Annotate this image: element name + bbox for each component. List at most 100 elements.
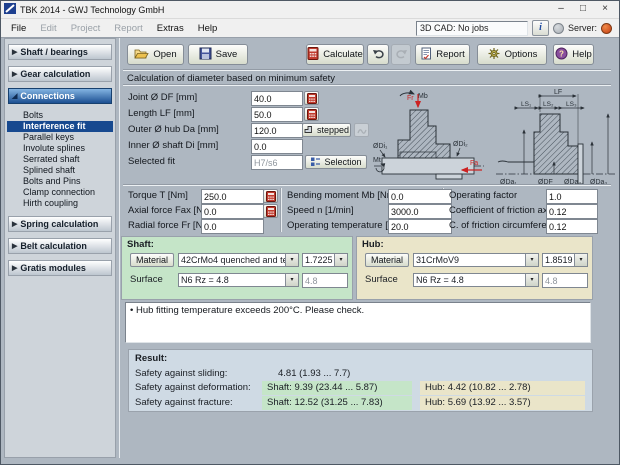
operating-temperature-input[interactable] [388,219,452,234]
sidebar-header-label: Spring calculation [20,219,98,229]
cad-status-indicator [553,23,564,34]
length-input[interactable] [251,107,303,122]
hub-surface-value: N6 Rz = 4.8 [414,274,525,286]
friction-axial-input[interactable] [546,204,598,219]
sidebar-item-involute-splines[interactable]: Involute splines [7,143,113,154]
selected-fit-field [251,155,303,170]
shaft-panel: Shaft: Material 42CrMo4 quenched and tem… [121,236,353,300]
sidebar-header-connections[interactable]: ◢Connections [8,88,112,104]
deformation-hub-value: Hub: 4.42 (10.82 ... 2.78) [420,381,585,395]
shaft-panel-title: Shaft: [127,239,154,250]
menu-file[interactable]: File [4,23,33,34]
calc-proposal-button[interactable] [263,189,278,203]
svg-text:Mt: Mt [373,157,381,164]
shaft-surface-value: N6 Rz = 4.8 [179,274,285,286]
sidebar-item-bolts-and-pins[interactable]: Bolts and Pins [7,176,113,187]
menu-extras[interactable]: Extras [150,23,191,34]
joint-diameter-input[interactable] [251,91,303,106]
sidebar-header-spring-calculation[interactable]: ▶Spring calculation [8,216,112,232]
calc-proposal-button[interactable] [304,91,319,105]
shaft-material-number-dropdown[interactable]: 1.7225 ▾ [302,253,348,267]
sidebar-header-belt-calculation[interactable]: ▶Belt calculation [8,238,112,254]
server-label: Server: [568,23,597,33]
chevron-down-icon: ▾ [574,254,587,266]
close-button[interactable]: × [594,2,616,17]
main-panel: Open Save Calculate Report Options ? Hel… [119,38,616,458]
title-bar: TBK 2014 - GWJ Technology GmbH – □ × [1,1,619,19]
torque-input[interactable] [201,189,264,204]
field-label: Radial force Fr [N] [128,219,205,232]
sidebar-item-splined-shaft[interactable]: Splined shaft [7,165,113,176]
maximize-button[interactable]: □ [572,2,594,17]
report-button[interactable]: Report [415,44,470,65]
calc-proposal-button[interactable] [263,204,278,218]
shaft-surface-label: Surface [130,273,163,287]
calculate-button[interactable]: Calculate [306,44,364,65]
field-label: Joint Ø DF [mm] [128,91,197,104]
menu-help[interactable]: Help [191,23,225,34]
chevron-down-icon: ▾ [525,254,538,266]
operating-factor-input[interactable] [546,189,598,204]
sidebar-item-serrated-shaft[interactable]: Serrated shaft [7,154,113,165]
calculator-icon [307,47,319,63]
minimize-button[interactable]: – [550,2,572,17]
options-button[interactable]: Options [477,44,547,65]
bending-moment-input[interactable] [388,189,452,204]
material-button-label: Material [136,255,168,265]
stepped-button[interactable]: stepped [302,123,351,137]
sidebar-item-clamp-connection[interactable]: Clamp connection [7,187,113,198]
open-button[interactable]: Open [127,44,184,65]
help-button[interactable]: ? Help [553,44,594,65]
deformation-label: Safety against deformation: [135,381,251,395]
shaft-material-button[interactable]: Material [130,253,174,267]
hub-roughness-field [542,273,588,288]
window-title: TBK 2014 - GWJ Technology GmbH [20,5,164,15]
sidebar-item-parallel-keys[interactable]: Parallel keys [7,132,113,143]
shaft-material-number: 1.7225 [303,254,334,266]
shaft-material-dropdown[interactable]: 42CrMo4 quenched and temp... ▾ [178,253,299,267]
shaft-surface-dropdown[interactable]: N6 Rz = 4.8 ▾ [178,273,299,287]
chevron-down-icon: ▾ [334,254,347,266]
save-button[interactable]: Save [188,44,248,65]
warning-message: • Hub fitting temperature exceeds 200°C.… [130,305,364,316]
sidebar-header-shaft-bearings[interactable]: ▶Shaft / bearings [8,44,112,60]
field-label: Operating factor [449,189,517,202]
sidebar-header-label: Connections [20,91,75,101]
chevron-down-icon: ▾ [525,274,538,286]
radial-force-input[interactable] [201,219,264,234]
undo-button[interactable] [367,44,389,65]
chevron-down-icon: ▾ [285,274,298,286]
sidebar-header-label: Gear calculation [20,69,90,79]
friction-circumference-input[interactable] [546,219,598,234]
sidebar-item-interference-fit[interactable]: Interference fit [7,121,113,132]
hub-material-number-dropdown[interactable]: 1.8519 ▾ [542,253,588,267]
svg-text:LF: LF [554,89,562,96]
redo-button [391,44,411,65]
inner-shaft-diameter-input[interactable] [251,139,303,154]
fit-selection-button[interactable]: Selection [305,155,367,169]
report-label: Report [436,49,465,60]
hub-material-dropdown[interactable]: 31CrMoV9 ▾ [413,253,539,267]
calc-proposal-button[interactable] [304,107,319,121]
speed-input[interactable] [388,204,452,219]
chevron-right-icon: ▶ [12,48,17,56]
sidebar-header-gear-calculation[interactable]: ▶Gear calculation [8,66,112,82]
sidebar-header-gratis-modules[interactable]: ▶Gratis modules [8,260,112,276]
svg-text:Fa: Fa [470,160,478,167]
sidebar-item-bolts[interactable]: Bolts [7,110,113,121]
info-button[interactable]: i [532,20,549,36]
hub-surface-dropdown[interactable]: N6 Rz = 4.8 ▾ [413,273,539,287]
redo-icon [395,48,408,62]
outer-hub-diameter-input[interactable] [251,123,303,138]
hub-material-number: 1.8519 [543,254,574,266]
svg-text:LS₃: LS₃ [566,101,577,108]
fracture-hub-value: Hub: 5.69 (13.92 ... 3.57) [420,396,585,410]
hub-material-button[interactable]: Material [365,253,409,267]
options-label: Options [505,49,538,60]
field-label: Operating temperature [°C] [287,219,401,232]
shaft-material-value: 42CrMo4 quenched and temp... [179,254,285,266]
sidebar-item-hirth-coupling[interactable]: Hirth coupling [7,198,113,209]
axial-force-input[interactable] [201,204,264,219]
sidebar-header-label: Belt calculation [20,241,87,251]
open-label: Open [153,49,176,60]
